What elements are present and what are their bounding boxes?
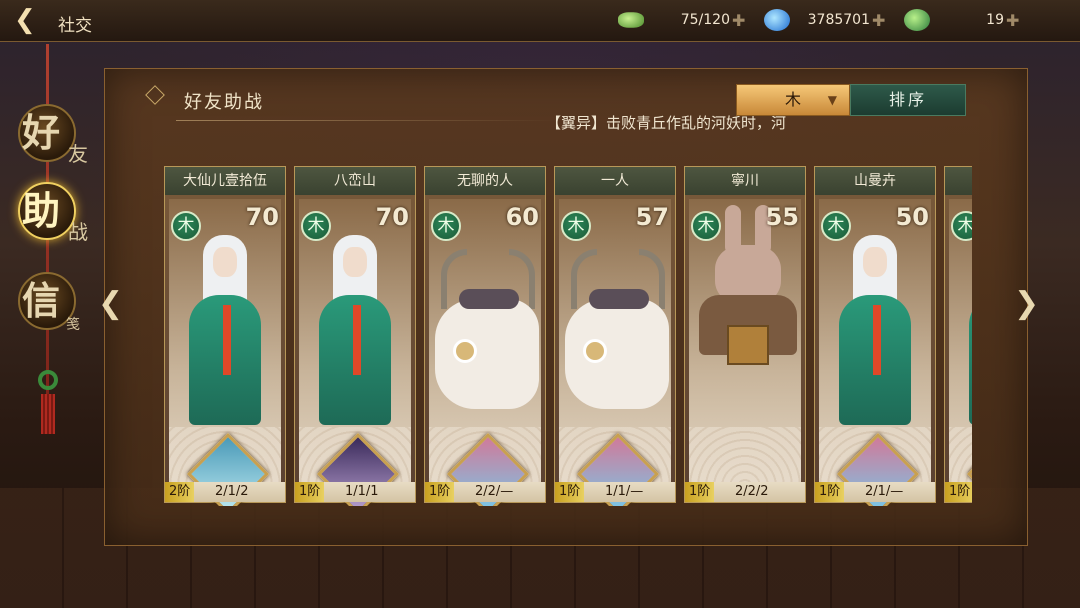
card-footer: 2阶 2/1/2 <box>165 482 285 502</box>
card-footer: 1阶 1/1/— <box>555 482 675 502</box>
skill-levels: 2/1/2 <box>215 484 249 499</box>
skill-levels: 2/1/— <box>865 484 904 499</box>
friend-name: 一人 <box>555 167 675 195</box>
shikigami-level: 50 <box>895 203 929 231</box>
magatama-icon <box>764 9 790 31</box>
skill-levels: 2/2/— <box>475 484 514 499</box>
skill-levels: 1/1/1 <box>345 484 379 499</box>
cloud-pattern <box>689 427 801 487</box>
tassel-ornament <box>36 370 60 440</box>
awaken-rank: 1阶 <box>425 482 455 502</box>
chevron-down-icon: ▼ <box>827 93 837 107</box>
top-bar: ❮ 社交 75/120 ✚ 3785701 ✚ 19 ✚ <box>0 0 1080 42</box>
filter-label: 木 <box>784 90 801 109</box>
attribute-filter-dropdown[interactable]: 木 ▼ <box>736 84 850 116</box>
nav-tab-subchar: 战 <box>68 220 88 244</box>
sort-button[interactable]: 排序 <box>850 84 966 116</box>
nav-tab-char: 助 <box>22 188 61 233</box>
shikigami-art <box>433 239 539 409</box>
card-art-frame <box>429 199 541 506</box>
friend-name: 寧川 <box>685 167 805 195</box>
friend-name: 八峦山 <box>295 167 415 195</box>
wood-attribute-icon: 木 <box>301 211 331 241</box>
card-footer: 1阶 1/1/1 <box>295 482 415 502</box>
friend-name <box>945 167 972 195</box>
skill-levels: 1/1/— <box>605 484 644 499</box>
friend-card-list: 大仙儿壹拾伍木 70 2阶 2/1/2 八峦山木 70 1阶 1/1/1 无聊的人木 60 1阶 2/… <box>164 166 972 506</box>
friend-card[interactable]: 大仙儿壹拾伍木 70 2阶 2/1/2 <box>164 166 286 506</box>
nav-tab-subchar: 笺 <box>66 317 80 333</box>
friend-card[interactable]: 木 1阶 <box>944 166 972 506</box>
jade-ring-icon <box>38 370 58 390</box>
cloud-pattern <box>949 427 972 487</box>
shikigami-art <box>315 235 395 435</box>
card-footer: 1阶 2/2/2 <box>685 482 805 502</box>
tassel-fringe <box>41 394 55 434</box>
awaken-rank: 1阶 <box>815 482 845 502</box>
jade-icon <box>618 12 644 28</box>
wood-attribute-icon: 木 <box>431 211 461 241</box>
magatama-value: 3785701 <box>807 12 870 28</box>
shikigami-art <box>965 235 972 435</box>
add-leaf-button[interactable]: ✚ <box>1006 11 1019 30</box>
shikigami-art <box>185 235 265 435</box>
card-footer: 1阶 <box>945 482 972 502</box>
nav-tab-char: 好 <box>22 110 61 155</box>
scroll-left-arrow-icon[interactable]: ❮ <box>98 286 123 321</box>
nav-tab-friends[interactable]: 好 友 <box>18 100 98 180</box>
card-art-frame <box>689 199 801 487</box>
card-footer: 1阶 2/2/— <box>425 482 545 502</box>
shikigami-level: 70 <box>245 203 279 231</box>
stamina-counter: 75/120 ✚ <box>618 6 745 34</box>
awaken-rank: 1阶 <box>295 482 325 502</box>
friend-card[interactable]: 一人木 57 1阶 1/1/— <box>554 166 676 506</box>
friend-name: 无聊的人 <box>425 167 545 195</box>
card-art-frame <box>169 199 281 506</box>
stamina-value: 75/120 <box>680 12 730 28</box>
card-footer: 1阶 2/1/— <box>815 482 935 502</box>
card-art-frame <box>819 199 931 506</box>
friend-card[interactable]: 八峦山木 70 1阶 1/1/1 <box>294 166 416 506</box>
shikigami-art <box>563 239 669 409</box>
nav-tab-letters[interactable]: 信 笺 <box>18 268 98 348</box>
back-arrow-icon[interactable]: ❮ <box>14 7 42 34</box>
shikigami-level: 55 <box>765 203 799 231</box>
wood-attribute-icon: 木 <box>821 211 851 241</box>
friend-card[interactable]: 无聊的人木 60 1阶 2/2/— <box>424 166 546 506</box>
nav-tab-char: 信 <box>22 278 61 323</box>
awaken-rank: 1阶 <box>685 482 715 502</box>
nav-tab-subchar: 友 <box>68 142 88 166</box>
leaf-counter: 19 ✚ <box>904 6 1019 34</box>
friend-name: 山曼卉 <box>815 167 935 195</box>
add-stamina-button[interactable]: ✚ <box>732 11 745 30</box>
shikigami-art <box>835 235 915 435</box>
leaf-icon <box>904 9 930 31</box>
shikigami-level: 60 <box>505 203 539 231</box>
skill-levels: 2/2/2 <box>735 484 769 499</box>
awaken-rank: 1阶 <box>555 482 585 502</box>
wood-attribute-icon: 木 <box>561 211 591 241</box>
nav-tab-assist[interactable]: 助 战 <box>18 178 98 258</box>
shikigami-level: 70 <box>375 203 409 231</box>
friend-name: 大仙儿壹拾伍 <box>165 167 285 195</box>
wood-attribute-icon: 木 <box>171 211 201 241</box>
leaf-value: 19 <box>986 12 1004 28</box>
page-title: 社交 <box>58 16 92 36</box>
friend-card[interactable]: 寧川木 55 1阶 2/2/2 <box>684 166 806 503</box>
awaken-rank: 2阶 <box>165 482 195 502</box>
title-divider <box>176 120 556 121</box>
wood-attribute-icon: 木 <box>691 211 721 241</box>
awaken-rank: 1阶 <box>945 482 972 502</box>
card-art-frame <box>559 199 671 506</box>
scroll-right-arrow-icon[interactable]: ❯ <box>1014 286 1039 321</box>
friend-card[interactable]: 山曼卉木 50 1阶 2/1/— <box>814 166 936 506</box>
add-magatama-button[interactable]: ✚ <box>872 11 885 30</box>
card-art-frame <box>299 199 411 506</box>
shikigami-level: 57 <box>635 203 669 231</box>
magatama-counter: 3785701 ✚ <box>764 6 885 34</box>
card-art-frame <box>949 199 972 506</box>
section-title: 好友助战 <box>184 92 264 113</box>
